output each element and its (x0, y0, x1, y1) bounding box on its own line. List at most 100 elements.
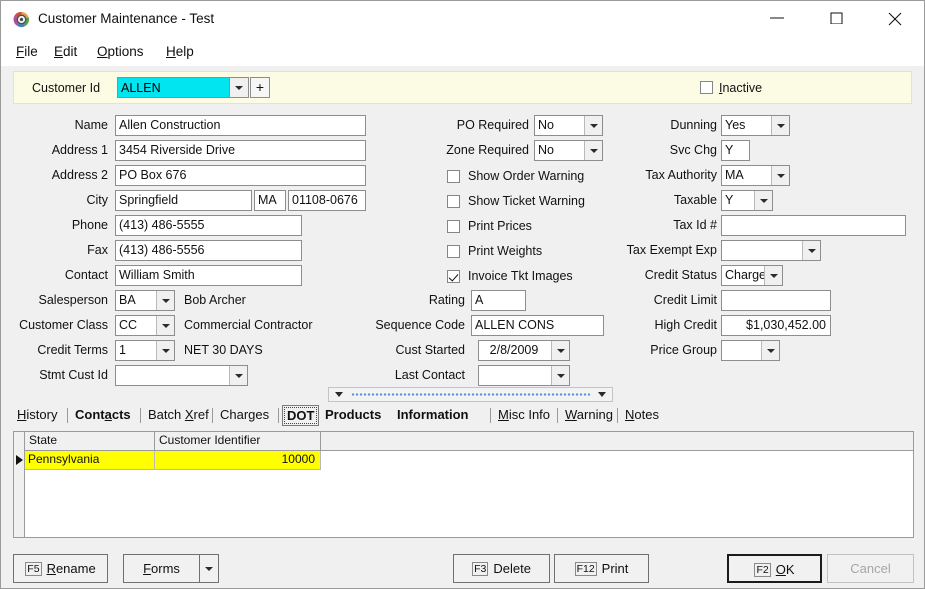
contact-field[interactable]: William Smith (115, 265, 302, 286)
rename-key-label: F5 (25, 562, 41, 576)
splitter-dots (351, 393, 590, 396)
contact-label: Contact (12, 268, 108, 282)
table-row[interactable]: Pennsylvania 10000 (25, 451, 321, 470)
address1-field[interactable]: 3454 Riverside Drive (115, 140, 366, 161)
cust-started-dropdown-arrow[interactable] (551, 341, 569, 360)
credit-terms-dropdown-arrow[interactable] (156, 341, 174, 360)
tax-exempt-exp-combo[interactable] (721, 240, 821, 261)
menu-edit[interactable]: Edit (50, 43, 81, 60)
dot-data-grid[interactable]: State Customer Identifier Pennsylvania 1… (13, 431, 914, 538)
grid-column-header-customer-identifier[interactable]: Customer Identifier (155, 432, 321, 450)
dunning-combo[interactable]: Yes (721, 115, 790, 136)
address2-field[interactable]: PO Box 676 (115, 165, 366, 186)
grid-cell-state[interactable]: Pennsylvania (25, 451, 155, 469)
close-button[interactable] (872, 1, 918, 35)
price-group-combo[interactable] (721, 340, 780, 361)
name-field[interactable]: Allen Construction (115, 115, 366, 136)
last-contact-dropdown-arrow[interactable] (551, 366, 569, 385)
ok-button[interactable]: F2OK (727, 554, 822, 583)
tab-charges[interactable]: Charges (216, 405, 273, 424)
credit-status-combo[interactable]: Charge (721, 265, 783, 286)
sequence-code-field[interactable]: ALLEN CONS (471, 315, 604, 336)
salesperson-dropdown-arrow[interactable] (156, 291, 174, 310)
tax-id-field[interactable] (721, 215, 906, 236)
high-credit-label: High Credit (602, 318, 717, 332)
window-title: Customer Maintenance - Test (38, 11, 214, 26)
menu-file[interactable]: File (12, 43, 42, 60)
tab-warning[interactable]: Warning (561, 405, 617, 424)
app-gear-icon (13, 11, 30, 28)
city-field[interactable]: Springfield (115, 190, 252, 211)
grid-column-header-state[interactable]: State (25, 432, 155, 450)
expand-collapse-splitter[interactable] (328, 387, 613, 402)
tab-notes[interactable]: Notes (621, 405, 663, 424)
stmt-cust-id-combo[interactable] (115, 365, 248, 386)
grid-row-selector-column (14, 432, 25, 537)
zip-field[interactable]: 01108-0676 (288, 190, 366, 211)
tax-authority-dropdown-arrow[interactable] (771, 166, 789, 185)
tab-batch-xref[interactable]: Batch Xref (144, 405, 213, 424)
fax-field[interactable]: (413) 486-5556 (115, 240, 302, 261)
zone-required-combo[interactable]: No (534, 140, 603, 161)
customer-id-dropdown-arrow[interactable] (229, 78, 248, 97)
print-prices-checkbox[interactable]: Print Prices (447, 219, 532, 233)
zone-required-dropdown-arrow[interactable] (584, 141, 602, 160)
grid-cell-customer-identifier[interactable]: 10000 (155, 451, 321, 469)
rename-button[interactable]: F5Rename (13, 554, 108, 583)
tab-products[interactable]: Products (321, 405, 385, 424)
customer-class-combo[interactable]: CC (115, 315, 175, 336)
add-customer-button[interactable]: + (250, 77, 270, 98)
minimize-button[interactable] (754, 1, 800, 35)
show-ticket-warning-checkbox[interactable]: Show Ticket Warning (447, 194, 585, 208)
credit-terms-combo[interactable]: 1 (115, 340, 175, 361)
price-group-dropdown-arrow[interactable] (761, 341, 779, 360)
last-contact-datepicker[interactable] (478, 365, 570, 386)
tab-dot[interactable]: DOT (282, 405, 319, 426)
print-weights-checkbox[interactable]: Print Weights (447, 244, 542, 258)
tax-authority-combo[interactable]: MA (721, 165, 790, 186)
maximize-button[interactable] (814, 1, 860, 35)
inactive-checkbox[interactable]: Inactive (700, 81, 762, 95)
credit-terms-label: Credit Terms (12, 343, 108, 357)
customer-maintenance-window: Customer Maintenance - Test File Edit Op… (0, 0, 925, 589)
tab-misc-info[interactable]: Misc Info (494, 405, 554, 424)
chevron-down-icon-left[interactable] (335, 392, 343, 397)
tab-information[interactable]: Information (393, 405, 473, 424)
delete-button[interactable]: F3Delete (453, 554, 550, 583)
po-required-dropdown-arrow[interactable] (584, 116, 602, 135)
tab-misc-info-rest: isc Info (509, 407, 550, 422)
forms-button[interactable]: Forms (123, 554, 199, 583)
tax-authority-value: MA (725, 168, 744, 182)
high-credit-field[interactable]: $1,030,452.00 (721, 315, 831, 336)
tab-history[interactable]: History (13, 405, 61, 424)
taxable-dropdown-arrow[interactable] (754, 191, 772, 210)
credit-status-dropdown-arrow[interactable] (764, 266, 782, 285)
tax-exempt-exp-dropdown-arrow[interactable] (802, 241, 820, 260)
menu-options[interactable]: Options (93, 43, 148, 60)
invoice-tkt-images-checkbox[interactable]: Invoice Tkt Images (447, 269, 573, 283)
stmt-cust-id-dropdown-arrow[interactable] (229, 366, 247, 385)
dunning-dropdown-arrow[interactable] (771, 116, 789, 135)
forms-dropdown-arrow[interactable] (199, 554, 219, 583)
chevron-down-icon-right[interactable] (598, 392, 606, 397)
customer-class-dropdown-arrow[interactable] (156, 316, 174, 335)
tab-separator (278, 408, 279, 423)
cust-started-datepicker[interactable]: 2/8/2009 (478, 340, 570, 361)
taxable-combo[interactable]: Y (721, 190, 773, 211)
tab-contacts[interactable]: Contacts (71, 405, 135, 424)
show-order-warning-checkbox[interactable]: Show Order Warning (447, 169, 584, 183)
cancel-button[interactable]: Cancel (827, 554, 914, 583)
customer-id-combo[interactable]: ALLEN (117, 77, 249, 98)
po-required-combo[interactable]: No (534, 115, 603, 136)
rating-field[interactable]: A (471, 290, 526, 311)
svc-chg-field[interactable]: Y (721, 140, 750, 161)
print-button[interactable]: F12Print (554, 554, 649, 583)
menu-help[interactable]: Help (162, 43, 198, 60)
customer-form: Name Allen Construction Address 1 3454 R… (2, 105, 925, 397)
phone-field[interactable]: (413) 486-5555 (115, 215, 302, 236)
credit-limit-field[interactable] (721, 290, 831, 311)
state-field[interactable]: MA (254, 190, 286, 211)
salesperson-combo[interactable]: BA (115, 290, 175, 311)
menu-options-rest: ptions (108, 44, 144, 59)
tax-exempt-exp-label: Tax Exempt Exp (590, 243, 717, 257)
